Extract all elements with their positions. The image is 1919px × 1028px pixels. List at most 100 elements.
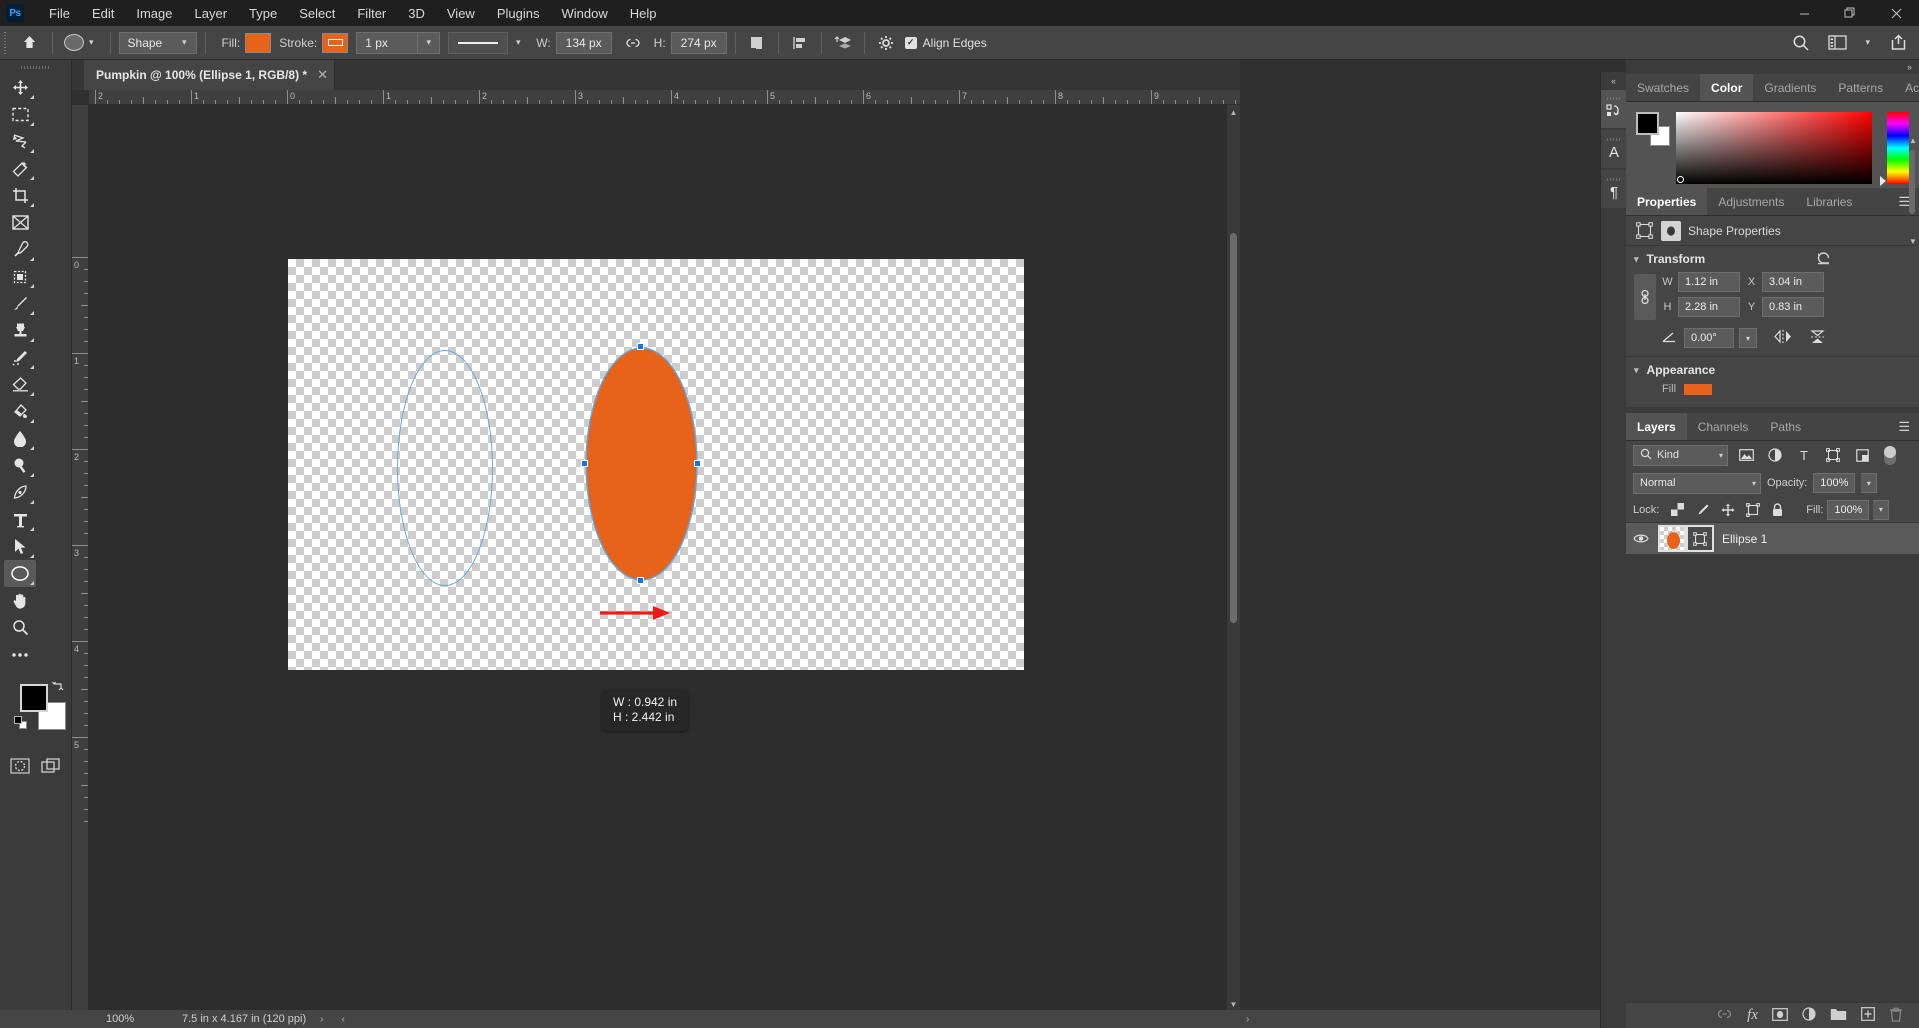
edit-toolbar-tool[interactable] — [4, 641, 36, 668]
menu-help[interactable]: Help — [619, 3, 668, 24]
path-arrangement-icon[interactable] — [830, 30, 856, 56]
menu-select[interactable]: Select — [288, 3, 346, 24]
scroll-down-icon[interactable]: ▼ — [1909, 237, 1917, 246]
vector-mask-icon[interactable] — [1686, 525, 1714, 552]
home-icon[interactable] — [14, 28, 44, 58]
workspace-icon[interactable] — [1824, 30, 1850, 56]
filter-adjustment-icon[interactable] — [1764, 444, 1786, 466]
tab-libraries[interactable]: Libraries — [1795, 188, 1864, 215]
pen-tool[interactable] — [4, 479, 36, 506]
scroll-down-icon[interactable]: ▼ — [1227, 997, 1240, 1011]
close-icon[interactable]: ✕ — [317, 67, 328, 83]
stroke-style-select[interactable] — [448, 31, 509, 54]
lock-all-icon[interactable] — [1767, 499, 1788, 520]
panel-collapse-icon[interactable]: » — [1626, 60, 1919, 74]
search-icon[interactable] — [1788, 30, 1814, 56]
rail-collapse-icon[interactable]: « — [1601, 72, 1626, 90]
options-bar-grip[interactable] — [0, 26, 10, 60]
x-input[interactable]: 3.04 in — [1762, 272, 1824, 292]
zoom-level[interactable]: 100% — [106, 1013, 176, 1025]
appearance-section-header[interactable]: ▾ Appearance — [1626, 357, 1919, 383]
height-input[interactable]: 2.28 in — [1678, 297, 1740, 317]
link-layers-icon[interactable] — [1716, 1008, 1733, 1023]
filter-smart-object-icon[interactable] — [1851, 444, 1873, 466]
clone-stamp-tool[interactable] — [4, 317, 36, 344]
lock-position-icon[interactable] — [1717, 499, 1738, 520]
y-input[interactable]: 0.83 in — [1762, 297, 1824, 317]
appearance-fill-swatch[interactable] — [1684, 383, 1713, 395]
tab-paths[interactable]: Paths — [1759, 413, 1813, 440]
lock-artboard-nesting-icon[interactable] — [1742, 499, 1763, 520]
path-operations-icon[interactable] — [744, 30, 770, 56]
layer-filter-kind-select[interactable]: Kind ▾ — [1633, 444, 1728, 466]
menu-window[interactable]: Window — [550, 3, 618, 24]
tab-layers[interactable]: Layers — [1626, 413, 1687, 440]
fill-color-swatch[interactable] — [245, 32, 272, 53]
layer-name[interactable]: Ellipse 1 — [1722, 532, 1767, 546]
menu-image[interactable]: Image — [125, 3, 183, 24]
fill-input[interactable]: 100% — [1827, 499, 1870, 520]
lock-transparent-pixels-icon[interactable] — [1667, 499, 1688, 520]
properties-scroll-thumb[interactable] — [1909, 150, 1915, 214]
horizontal-type-tool[interactable] — [4, 506, 36, 533]
menu-type[interactable]: Type — [238, 3, 288, 24]
filter-shape-icon[interactable] — [1822, 444, 1844, 466]
frame-tool[interactable] — [4, 209, 36, 236]
width-input[interactable]: 1.12 in — [1678, 272, 1740, 292]
horizontal-ruler[interactable]: 2 1 0 1 2 3 4 5 6 7 8 9 — [89, 90, 1240, 105]
vertical-scroll-thumb[interactable] — [1230, 233, 1237, 623]
canvas-area[interactable]: W : 0.942 in H : 2.442 in ▲ ▼ — [89, 105, 1240, 1011]
menu-file[interactable]: File — [38, 3, 81, 24]
layer-thumbnail[interactable] — [1658, 525, 1686, 552]
layer-mask-icon[interactable] — [1772, 1007, 1788, 1024]
eyedropper-tool[interactable] — [4, 236, 36, 263]
properties-scrollbar[interactable]: ▲ ▼ — [1907, 136, 1917, 246]
history-brush-tool[interactable] — [4, 344, 36, 371]
tab-patterns[interactable]: Patterns — [1827, 74, 1895, 101]
chevron-down-icon[interactable]: ▾ — [1865, 37, 1870, 48]
tool-preset-picker[interactable]: ▾ — [61, 30, 102, 56]
tab-channels[interactable]: Channels — [1686, 413, 1760, 440]
quick-mask-icon[interactable] — [4, 752, 36, 780]
filter-toggle[interactable] — [1884, 445, 1896, 465]
angle-input[interactable]: 0.00° — [1684, 328, 1734, 348]
path-alignment-icon[interactable] — [787, 30, 813, 56]
stroke-width-dropdown[interactable]: ▾ — [418, 31, 441, 54]
move-tool[interactable] — [4, 74, 36, 101]
tab-color[interactable]: Color — [1700, 74, 1754, 101]
handle-left[interactable] — [581, 460, 588, 467]
screen-mode-icon[interactable] — [36, 752, 68, 780]
opacity-dropdown[interactable]: ▾ — [1861, 473, 1878, 493]
spot-healing-brush-tool[interactable] — [4, 263, 36, 290]
shape-mode-select[interactable]: Shape ▾ — [118, 31, 197, 54]
handle-top[interactable] — [637, 343, 644, 350]
tab-swatches[interactable]: Swatches — [1626, 74, 1701, 101]
character-panel-icon[interactable]: A — [1601, 130, 1627, 168]
color-picker-field[interactable] — [1676, 112, 1872, 184]
stroke-style-dropdown[interactable]: ▾ — [508, 32, 528, 54]
swap-colors-icon[interactable] — [52, 680, 64, 695]
status-prev-icon[interactable]: ‹ — [341, 1014, 344, 1025]
link-icon[interactable] — [620, 30, 646, 56]
default-colors-icon[interactable] — [14, 716, 28, 730]
status-next-icon[interactable]: › — [1246, 1014, 1249, 1025]
delete-layer-icon[interactable] — [1889, 1007, 1903, 1025]
hand-tool[interactable] — [4, 587, 36, 614]
tab-adjustments[interactable]: Adjustments — [1707, 188, 1796, 215]
zoom-tool[interactable] — [4, 614, 36, 641]
opacity-input[interactable]: 100% — [1813, 473, 1856, 493]
share-icon[interactable] — [1885, 30, 1911, 56]
handle-bottom[interactable] — [637, 577, 644, 584]
tab-actions[interactable]: Actions — [1894, 74, 1919, 101]
color-picker-cursor[interactable] — [1677, 176, 1684, 183]
filter-pixel-icon[interactable] — [1735, 444, 1757, 466]
vertical-ruler[interactable]: 0 1 2 3 4 5 — [72, 105, 89, 1011]
menu-plugins[interactable]: Plugins — [486, 3, 551, 24]
layer-row-ellipse-1[interactable]: Ellipse 1 — [1626, 523, 1919, 554]
new-group-icon[interactable] — [1830, 1008, 1847, 1024]
eraser-tool[interactable] — [4, 371, 36, 398]
gear-icon[interactable] — [873, 30, 899, 56]
flip-vertical-icon[interactable] — [1809, 329, 1826, 348]
stroke-color-swatch[interactable] — [322, 32, 349, 53]
handle-right[interactable] — [694, 460, 701, 467]
